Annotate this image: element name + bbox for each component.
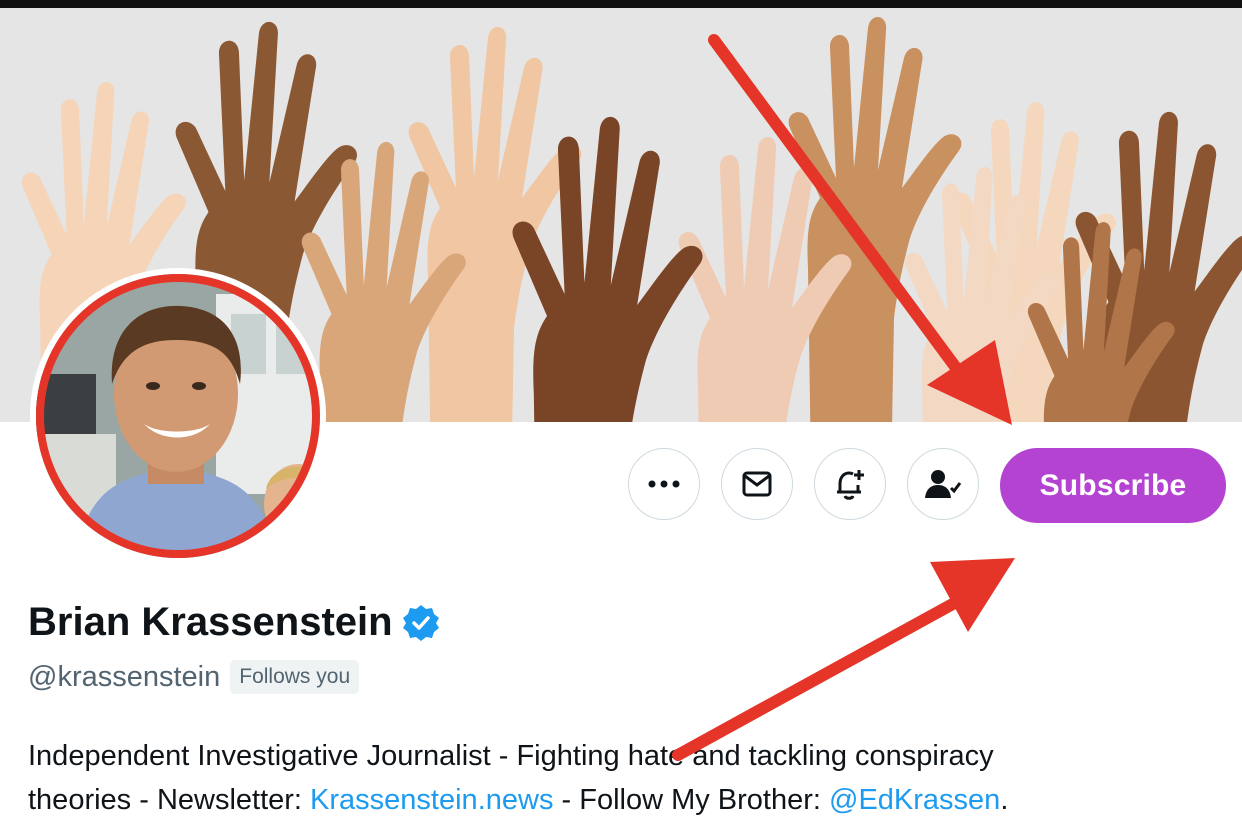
bio-text: . (1000, 784, 1009, 816)
message-button[interactable] (721, 448, 793, 520)
person-check-icon (925, 470, 962, 498)
bio-line-1: Independent Investigative Journalist - F… (28, 740, 994, 772)
profile-name-row: Brian Krassenstein (28, 600, 441, 645)
annotation-arrowhead-bottom (930, 558, 1015, 632)
profile-name: Brian Krassenstein (28, 600, 393, 644)
more-horizontal-icon (648, 480, 680, 488)
notifications-button[interactable] (814, 448, 886, 520)
profile-handle-row: @krassenstein Follows you (28, 660, 360, 694)
more-button[interactable] (628, 448, 700, 520)
bio-text: - Follow My Brother: (553, 784, 830, 816)
bio-text: theories - Newsletter: (28, 784, 311, 816)
newsletter-link[interactable]: Krassenstein.news (310, 784, 553, 816)
follows-you-badge: Follows you (230, 660, 360, 694)
envelope-icon (742, 471, 772, 497)
brother-mention-link[interactable]: @EdKrassen (829, 784, 1000, 816)
bio-line-2: theories - Newsletter: Krassenstein.news… (28, 778, 1228, 822)
annotation-arrow-bottom (672, 594, 966, 761)
annotation-circle (36, 274, 320, 558)
following-button[interactable] (907, 448, 979, 520)
verified-badge-icon[interactable] (401, 603, 441, 643)
bell-plus-icon (837, 470, 864, 500)
profile-handle: @krassenstein (28, 660, 221, 693)
profile-bio: Independent Investigative Journalist - F… (28, 734, 1228, 822)
top-border (0, 0, 1242, 8)
subscribe-button[interactable]: Subscribe (1000, 448, 1226, 523)
